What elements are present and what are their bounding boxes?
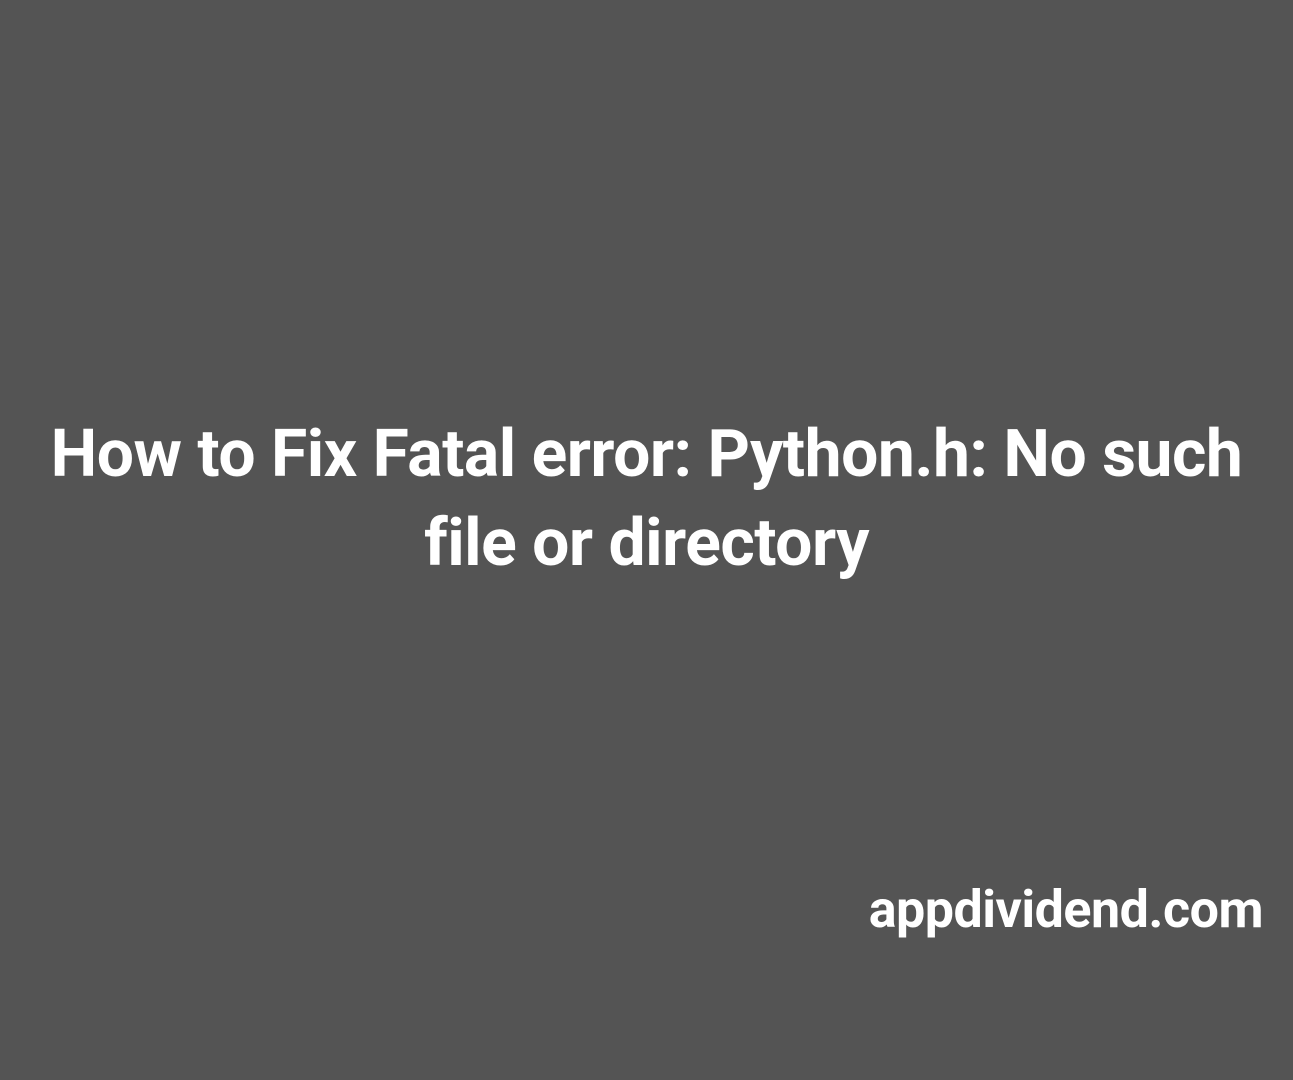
site-attribution: appdividend.com [869, 879, 1263, 940]
article-title: How to Fix Fatal error: Python.h: No suc… [0, 410, 1293, 588]
